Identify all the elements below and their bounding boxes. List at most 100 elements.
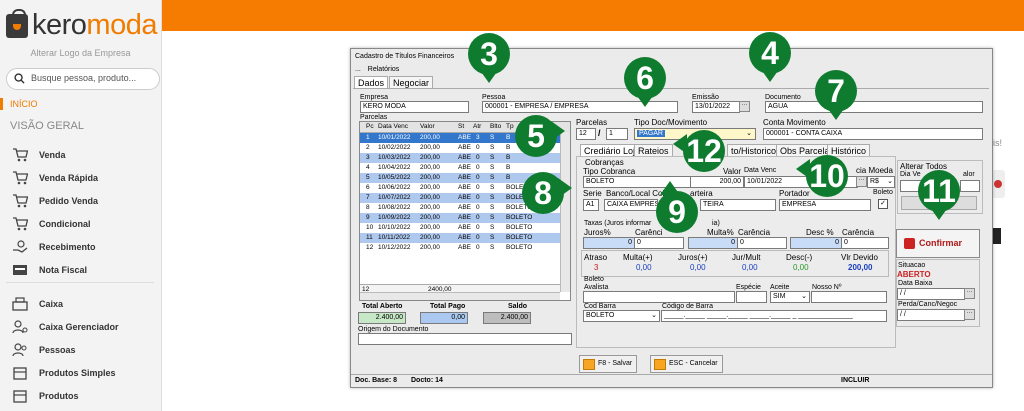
cart-fast-icon xyxy=(13,171,28,185)
perda-picker-button[interactable]: ··· xyxy=(964,309,975,320)
menu-item-nota-fiscal[interactable]: Nota Fiscal xyxy=(12,261,160,281)
aceite-select[interactable]: SIM ⌄ xyxy=(770,291,810,303)
documento-field[interactable]: AGUA xyxy=(765,101,983,113)
serie-field[interactable]: A1 xyxy=(583,199,599,211)
table-row[interactable]: 4 10/04/2022 200,00 ABE 0 S B xyxy=(360,163,560,173)
menu-item-caixa-gerenciador[interactable]: Caixa Gerenciador xyxy=(12,318,160,338)
col-data-venc[interactable]: Data Venc xyxy=(378,123,408,130)
moeda-label: cia Moeda xyxy=(856,166,893,175)
emissao-picker-button[interactable]: ··· xyxy=(739,101,750,112)
menu-inicio[interactable]: INÍCIO xyxy=(10,99,38,109)
table-cell: ABE xyxy=(458,204,472,211)
logo[interactable]: keromoda xyxy=(6,8,166,42)
table-row[interactable]: 11 10/11/2022 200,00 ABE 0 S BOLETO xyxy=(360,233,560,243)
save-button[interactable]: F8 - Salvar xyxy=(579,355,638,373)
desc-field[interactable]: 0 xyxy=(790,237,842,249)
alterar-valor-field[interactable] xyxy=(960,180,980,192)
table-cell: ABE xyxy=(458,194,472,201)
carencia3-field[interactable]: 0 xyxy=(841,237,889,249)
col-pc[interactable]: Pc xyxy=(366,123,374,130)
boleto-checkbox[interactable]: ✓ xyxy=(878,199,888,209)
table-cell: S xyxy=(490,184,495,191)
menu-visao-geral[interactable]: VISÃO GERAL xyxy=(10,120,84,132)
cancel-button[interactable]: ESC - Cancelar xyxy=(650,355,723,373)
menu-item-venda-rapida[interactable]: Venda Rápida xyxy=(12,169,160,189)
carencia1-field[interactable]: 0 xyxy=(634,237,684,249)
parcelas-de-field[interactable]: 1 xyxy=(606,128,628,140)
menu-item-pessoas[interactable]: Pessoas xyxy=(12,341,160,361)
banco-label: Banco/Local Cob xyxy=(606,189,667,198)
alterar-valor-label: alor xyxy=(963,171,975,178)
table-cell: ABE xyxy=(458,174,472,181)
perda-field[interactable]: / / xyxy=(897,309,965,321)
empresa-field[interactable]: KERO MODA xyxy=(360,101,469,113)
juros-field[interactable]: 0 xyxy=(583,237,635,249)
menu-item-pedido-venda[interactable]: Pedido Venda xyxy=(12,192,160,212)
confirm-icon xyxy=(904,238,915,249)
portador-field[interactable]: EMPRESA xyxy=(779,199,871,211)
menu-item-recebimento[interactable]: Recebimento xyxy=(12,238,160,258)
moeda-select[interactable]: R$ ⌄ xyxy=(867,176,895,188)
conta-field[interactable]: 000001 - CONTA CAIXA xyxy=(763,128,983,140)
menu-dots[interactable]: ... xyxy=(355,66,361,73)
col-blto[interactable]: Blto xyxy=(490,123,501,130)
carencia2-field[interactable]: 0 xyxy=(737,237,787,249)
carencia3-label: Carência xyxy=(842,228,875,237)
menu-item-condicional[interactable]: Condicional xyxy=(12,215,160,235)
avalista-label: Avalista xyxy=(584,284,609,291)
table-cell: S xyxy=(490,174,495,181)
table-cell: ABE xyxy=(458,244,472,251)
menu-item-venda[interactable]: Venda xyxy=(12,146,160,166)
grid-vertical-scrollbar[interactable] xyxy=(560,132,570,292)
cod-barra-select[interactable]: BOLETO ⌄ xyxy=(583,310,660,322)
situacao-label: Situacao xyxy=(898,262,926,269)
serie-label: Serie xyxy=(583,189,602,198)
table-cell: 200,00 xyxy=(420,184,440,191)
origem-field[interactable] xyxy=(358,333,572,345)
especie-field[interactable] xyxy=(736,291,767,303)
cart-icon xyxy=(13,148,28,162)
confirmar-button[interactable]: Confirmar xyxy=(896,229,980,258)
avalista-field[interactable] xyxy=(583,291,735,303)
cobrancas-title: Cobranças xyxy=(585,158,624,167)
codigo-barra-field[interactable]: _____._____ _____._____ _____._____ _ __… xyxy=(661,310,887,322)
table-cell: 4 xyxy=(366,164,370,171)
table-row[interactable]: 9 10/09/2022 200,00 ABE 0 S BOLETO xyxy=(360,213,560,223)
callout-badge: 12 xyxy=(683,130,725,172)
user-cog-icon xyxy=(12,320,28,334)
banco-field[interactable]: CAIXA EMPRES xyxy=(604,199,658,211)
parcelas-grid-label: Parcelas xyxy=(360,114,388,121)
carteira-field[interactable]: TEIRA xyxy=(700,199,776,211)
table-row[interactable]: 10 10/10/2022 200,00 ABE 0 S BOLETO xyxy=(360,223,560,233)
chevron-down-icon: ⌄ xyxy=(801,293,807,300)
col-tp[interactable]: Tp xyxy=(506,123,514,130)
data-baixa-field[interactable]: / / xyxy=(897,288,965,300)
menu-item-caixa[interactable]: Caixa xyxy=(12,295,160,315)
data-baixa-picker-button[interactable]: ··· xyxy=(964,288,975,299)
col-atr[interactable]: Atr xyxy=(473,123,481,130)
col-valor[interactable]: Valor xyxy=(420,123,435,130)
alter-logo-link[interactable]: Alterar Logo da Empresa xyxy=(0,48,161,58)
menu-item-produtos[interactable]: Produtos xyxy=(12,387,160,407)
data-venc-picker-button[interactable]: ··· xyxy=(856,176,867,187)
dia-vencimento-label: Dia Ve xyxy=(900,171,921,178)
table-cell: ABE xyxy=(458,234,472,241)
grid-horizontal-scrollbar[interactable] xyxy=(360,292,560,300)
multa-field[interactable]: 0 xyxy=(688,237,738,249)
table-cell: 1 xyxy=(366,134,370,141)
callout-badge: 7 xyxy=(815,70,857,112)
table-row[interactable]: 12 10/12/2022 200,00 ABE 0 S BOLETO xyxy=(360,243,560,253)
col-st[interactable]: St xyxy=(458,123,464,130)
table-cell: 3 xyxy=(476,134,480,141)
nosso-numero-field[interactable] xyxy=(811,291,887,303)
menu-item-produtos-simples[interactable]: Produtos Simples xyxy=(12,364,160,384)
pessoa-label: Pessoa xyxy=(482,94,506,101)
box-icon xyxy=(13,367,27,380)
table-cell: 10 xyxy=(366,224,374,231)
emissao-field[interactable]: 13/01/2022 xyxy=(692,101,740,113)
menu-relatorios[interactable]: Relatórios xyxy=(368,66,400,73)
valor-field[interactable]: 200,00 xyxy=(690,176,744,188)
parcelas-qtd-field[interactable]: 12 xyxy=(576,128,596,140)
search-input[interactable]: Busque pessoa, produto... xyxy=(6,68,160,90)
table-cell: BOLETO xyxy=(506,224,533,231)
